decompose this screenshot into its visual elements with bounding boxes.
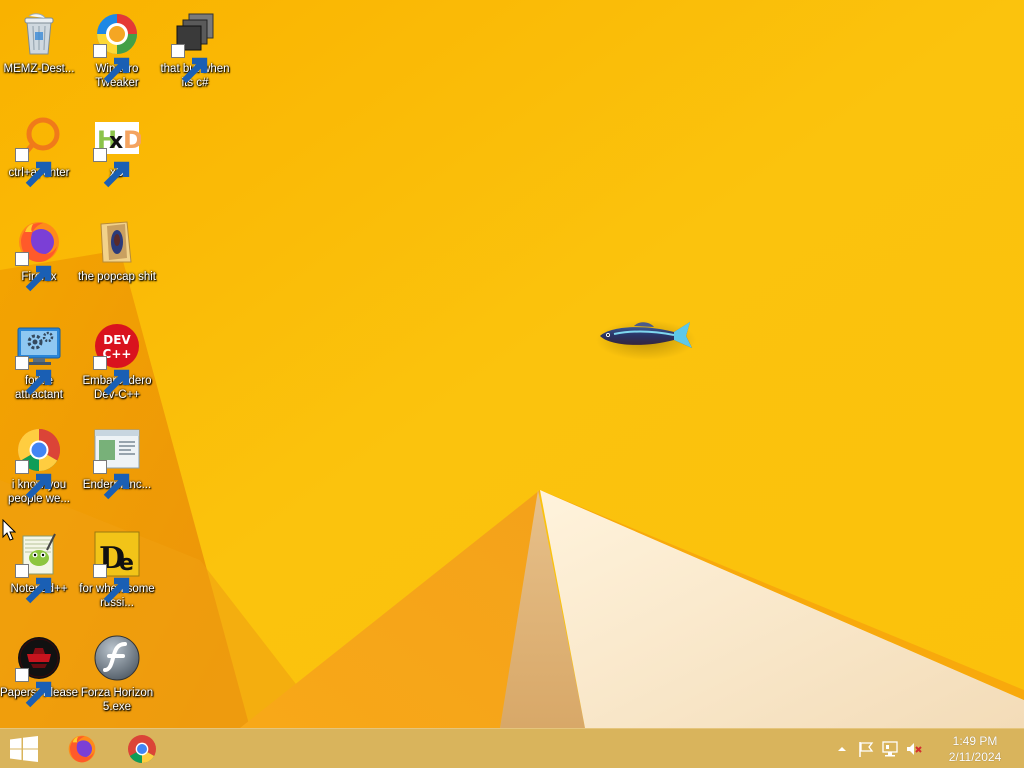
taskbar: 1:49 PM 2/11/2024 [0, 728, 1024, 768]
fish-sprite[interactable] [594, 314, 698, 360]
desktop-icon-endermanch[interactable]: Endermanc... [78, 422, 156, 520]
desktop-icon-papers-please[interactable]: Papers, Please [0, 630, 78, 728]
flash-icon [93, 634, 141, 682]
shortcut-arrow-icon [15, 460, 52, 500]
desktop-icon-winaero-tweaker[interactable]: Winaero Tweaker [78, 6, 156, 104]
desktop-icon-label: the popcap shit [78, 271, 157, 283]
desktop-icon-forza-horizon[interactable]: Forza Horizon 5.exe [78, 630, 156, 728]
desktop-icon-ctrl-a-enter[interactable]: ctrl+a, enter [0, 110, 78, 208]
shortcut-arrow-icon [93, 148, 130, 188]
shortcut-arrow-icon [93, 564, 130, 604]
chevron-up-icon [838, 747, 846, 751]
de-app-icon: D e [93, 530, 141, 604]
magnifier-ring-icon [15, 114, 63, 188]
desktop: MEMZ-Dest... ctrl+a, enter Firefox forki… [0, 0, 1024, 728]
desktop-icon-firefox[interactable]: Firefox [0, 214, 78, 312]
desktop-icon-chrome[interactable]: i know you people we... [0, 422, 78, 520]
chrome-icon [128, 734, 156, 763]
show-hidden-icons-button[interactable] [830, 729, 854, 768]
shortcut-arrow-icon [93, 44, 130, 84]
action-center-button[interactable] [854, 729, 878, 768]
desktop-icon-recycle-bin[interactable]: MEMZ-Dest... [0, 6, 78, 104]
shortcut-arrow-icon [15, 148, 52, 188]
network-button[interactable] [878, 729, 902, 768]
clock-date: 2/11/2024 [948, 750, 1002, 764]
monitor-gear-icon [15, 322, 63, 396]
shortcut-arrow-icon [15, 564, 52, 604]
shortcut-arrow-icon [15, 356, 52, 396]
desktop-icon-popcap[interactable]: the popcap shit [78, 214, 156, 312]
speaker-muted-icon [907, 743, 922, 755]
desktop-icon-de-app[interactable]: D e for when some russi... [78, 526, 156, 624]
taskbar-chrome-button[interactable] [112, 729, 172, 768]
desktop-icon-label: Forza Horizon 5.exe [80, 687, 154, 713]
taskbar-clock[interactable]: 1:49 PM 2/11/2024 [926, 729, 1024, 768]
recycle-bin-icon [15, 10, 63, 58]
desktop-icon-label: MEMZ-Dest... [3, 63, 75, 75]
volume-button[interactable] [902, 729, 926, 768]
mouse-cursor-icon [2, 518, 17, 541]
winaero-tweaker-icon [93, 10, 141, 84]
desktop-icon-xd[interactable]: H D x xD [78, 110, 156, 208]
firefox-icon [68, 735, 96, 762]
chrome-icon [15, 426, 63, 500]
windows-logo-icon [10, 735, 38, 762]
shortcut-arrow-icon [15, 252, 52, 292]
notepadpp-icon [15, 530, 63, 604]
shortcut-arrow-icon [93, 460, 130, 500]
taskbar-firefox-button[interactable] [52, 729, 112, 768]
folder-icon [93, 218, 141, 266]
clock-time: 1:49 PM [952, 734, 998, 748]
shortcut-arrow-icon [93, 356, 130, 396]
desktop-icon-forkie-attractant[interactable]: forkie attractant [0, 318, 78, 416]
window-app-icon [93, 426, 141, 500]
svg-text:DEV: DEV [103, 333, 131, 347]
desktop-icon-that-but-csharp[interactable]: that but when its c# [156, 6, 234, 104]
hxd-icon: H D x [93, 114, 141, 188]
papers-please-icon [15, 634, 63, 708]
flag-icon [859, 742, 874, 757]
start-button[interactable] [0, 729, 48, 768]
desktop-icon-devcpp[interactable]: DEV C++ Embarcadero Dev-C++ [78, 318, 156, 416]
shortcut-arrow-icon [15, 668, 52, 708]
system-tray: 1:49 PM 2/11/2024 [830, 729, 1024, 768]
devcpp-icon: DEV C++ [93, 322, 141, 396]
network-icon [882, 741, 898, 757]
firefox-icon [15, 218, 63, 292]
shortcut-arrow-icon [171, 44, 208, 84]
stacked-windows-icon [171, 10, 219, 84]
